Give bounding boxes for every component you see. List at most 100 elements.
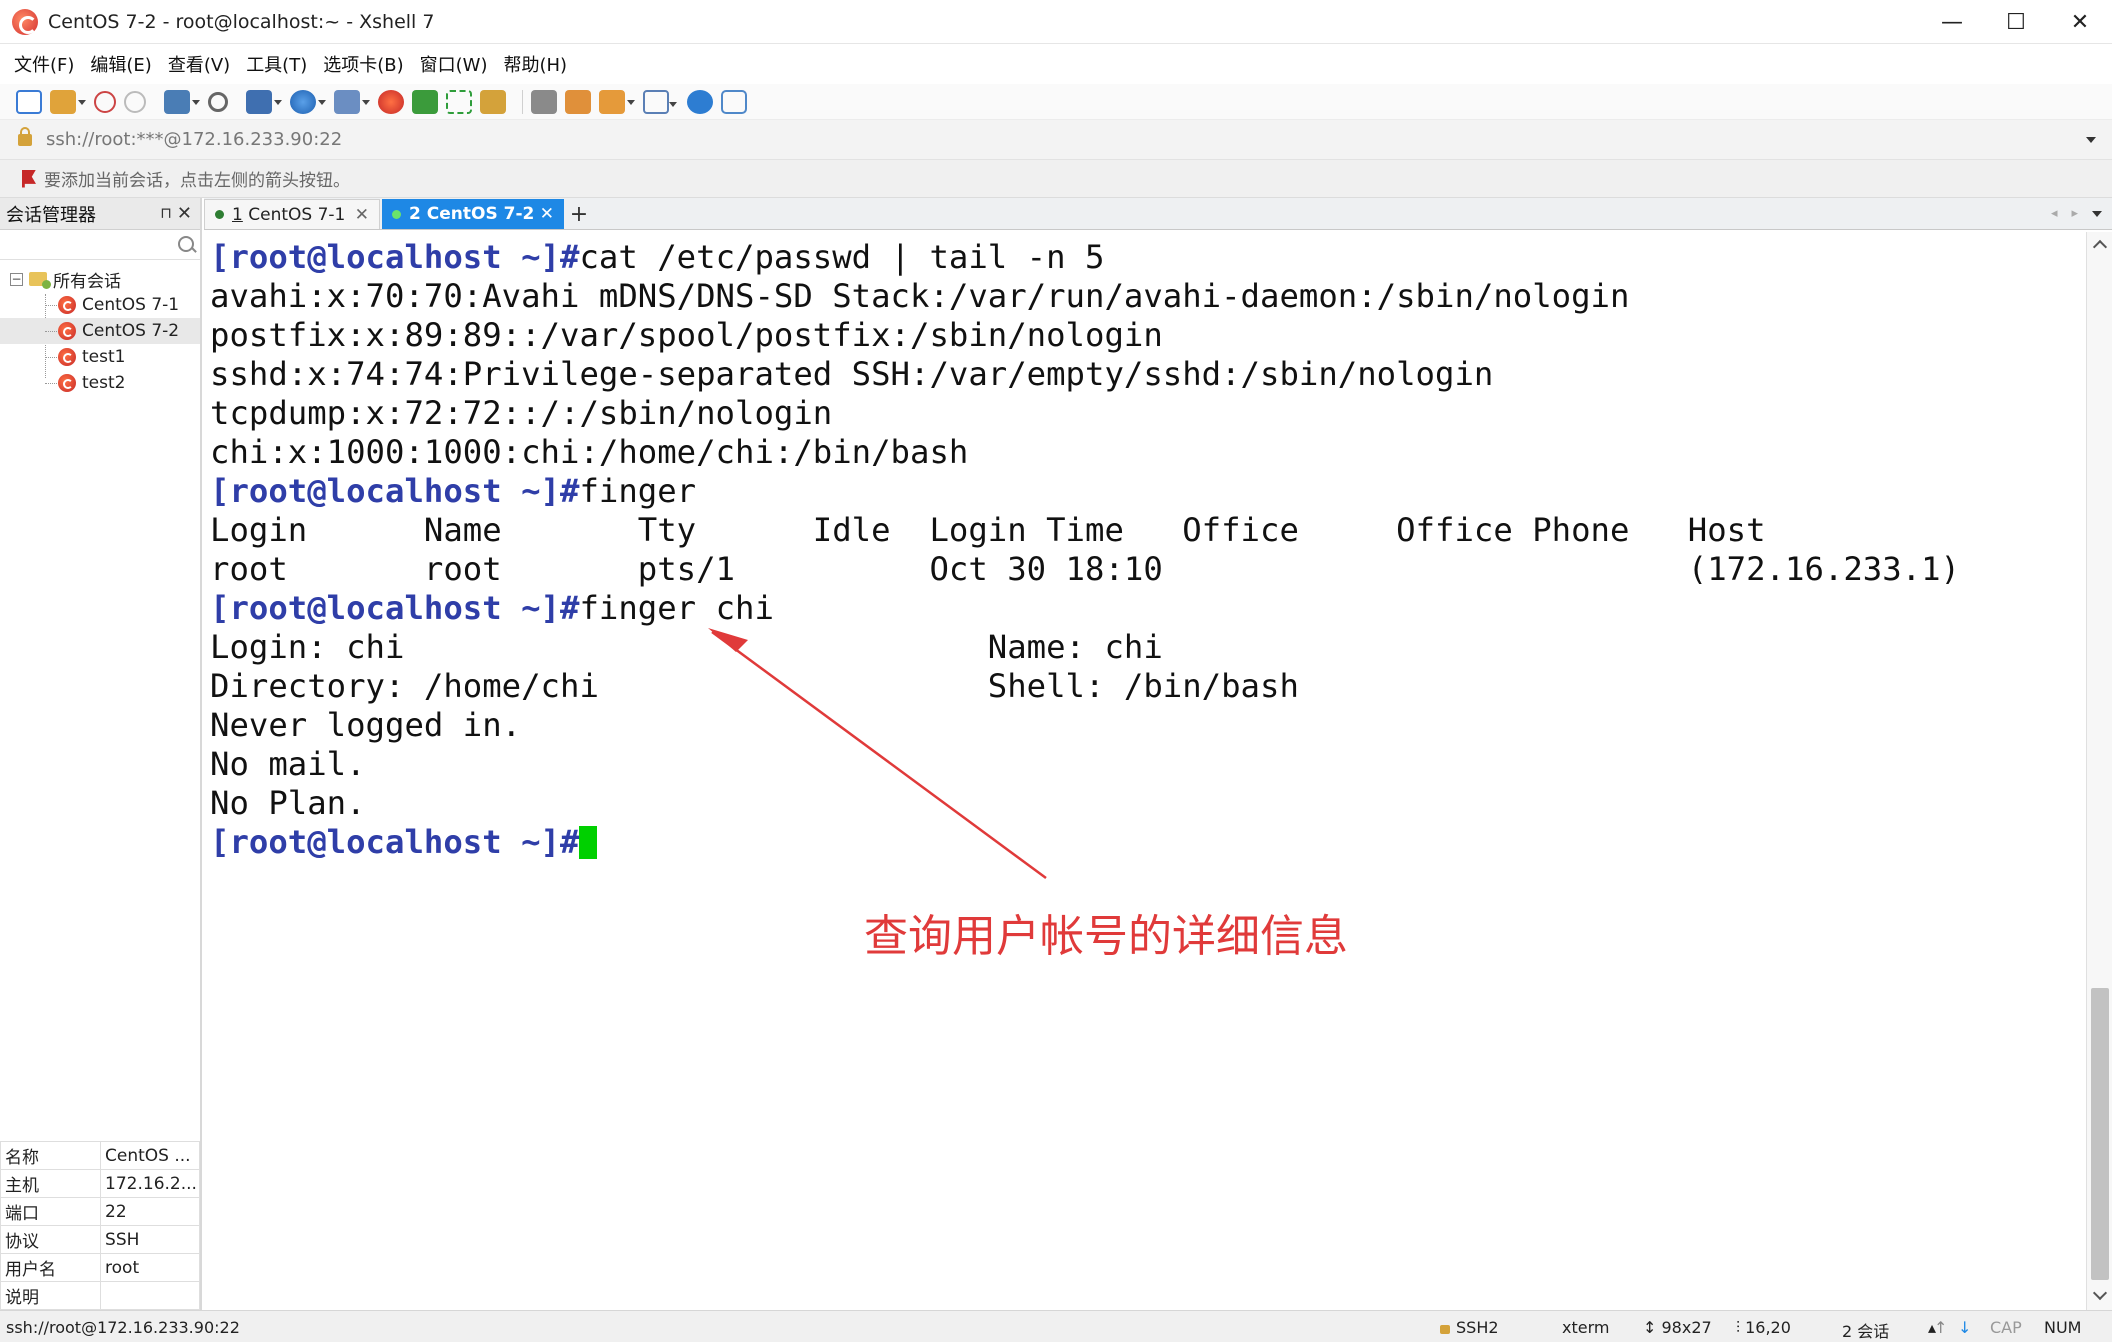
tree-item-label: CentOS 7-2 <box>82 321 180 341</box>
session-manager-title: 会话管理器 <box>6 204 96 226</box>
session-tree: − 所有会话 CentOS 7-1 CentOS 7-2 test1 test2 <box>0 260 200 396</box>
session-properties: 名称 CentOS ... 主机 172.16.2... 端口 22 协议 SSH 用户… <box>0 1141 200 1310</box>
tree-item-test1[interactable]: test1 <box>0 344 200 370</box>
status-sessions[interactable]: 2 会话 <box>1842 1318 1889 1342</box>
add-tab-button[interactable]: + <box>566 199 592 229</box>
menu-window[interactable]: 窗口(W) <box>420 51 488 77</box>
property-key: 端口 <box>0 1197 102 1226</box>
help-icon[interactable] <box>687 89 713 114</box>
output-text: Directory: /home/chi Shell: /bin/bash <box>210 667 1299 705</box>
output-text: Login Name Tty Idle Login Time Office Of… <box>210 511 1766 549</box>
connected-status-icon <box>215 210 224 219</box>
terminal-output: [root@localhost ~]#cat /etc/passwd | tai… <box>210 238 1960 862</box>
lock-icon[interactable] <box>480 89 506 114</box>
find-icon[interactable] <box>208 91 228 112</box>
status-protocol: SSH2 <box>1456 1318 1499 1337</box>
connected-status-icon <box>392 209 401 219</box>
property-row: 协议 SSH <box>0 1225 200 1254</box>
session-icon <box>58 322 76 340</box>
tab-number: 2 <box>409 204 421 224</box>
fullscreen-icon[interactable] <box>446 89 472 114</box>
minimize-button[interactable]: — <box>1920 0 1984 44</box>
scroll-down-icon[interactable] <box>2092 1285 2108 1301</box>
disconnect-icon[interactable] <box>124 90 146 113</box>
keyboard-icon[interactable] <box>531 89 557 114</box>
terminal-line: Directory: /home/chi Shell: /bin/bash <box>210 667 1960 706</box>
cursor-position-icon: ⫶ <box>1736 1318 1741 1337</box>
compose-icon[interactable] <box>565 89 591 114</box>
xshell-icon[interactable] <box>378 89 404 114</box>
font-icon[interactable] <box>334 89 370 114</box>
maximize-button[interactable]: ☐ <box>1984 0 2048 44</box>
tab-list-dropdown-icon[interactable] <box>2092 210 2102 217</box>
reconnect-icon[interactable] <box>94 90 116 113</box>
session-search-input[interactable] <box>4 232 174 258</box>
annotation-label: 查询用户帐号的详细信息 <box>864 911 1348 962</box>
size-icon: ↕ <box>1643 1318 1657 1337</box>
close-tab-icon[interactable]: ✕ <box>355 205 369 225</box>
scrollbar-thumb[interactable] <box>2091 988 2109 1280</box>
terminal-line: tcpdump:x:72:72::/:/sbin/nologin <box>210 394 1960 433</box>
address-text[interactable]: ssh://root:***@172.16.233.90:22 <box>46 129 342 150</box>
status-bar: ssh://root@172.16.233.90:22 SSH2 xterm ↕… <box>0 1310 2112 1342</box>
next-tab-icon[interactable]: ▸ <box>2071 206 2078 221</box>
tree-item-test2[interactable]: test2 <box>0 370 200 396</box>
close-window-button[interactable]: ✕ <box>2048 0 2112 44</box>
scroll-up-icon[interactable] <box>2092 239 2108 255</box>
open-folder-icon[interactable] <box>50 89 86 114</box>
address-bar[interactable]: ssh://root:***@172.16.233.90:22 <box>0 120 2112 160</box>
tree-item-centos-7-1[interactable]: CentOS 7-1 <box>0 292 200 318</box>
tree-item-label: CentOS 7-1 <box>82 295 180 315</box>
output-text: Never logged in. <box>210 706 522 744</box>
status-terminal-type: xterm <box>1562 1318 1610 1337</box>
pin-icon[interactable]: ⊓ <box>160 204 172 222</box>
tab-centos-7-1[interactable]: 1 CentOS 7-1 ✕ <box>204 199 380 229</box>
menu-bar: 文件(F) 编辑(E) 查看(V) 工具(T) 选项卡(B) 窗口(W) 帮助(… <box>0 44 2112 84</box>
title-bar: CentOS 7-2 - root@localhost:~ - Xshell 7… <box>0 0 2112 44</box>
property-row: 说明 <box>0 1281 200 1310</box>
command-text: finger chi <box>579 589 774 627</box>
properties-table: 名称 CentOS ... 主机 172.16.2... 端口 22 协议 SSH 用户… <box>0 1141 200 1310</box>
hint-text: 要添加当前会话，点击左侧的箭头按钮。 <box>44 171 350 191</box>
tree-item-centos-7-2[interactable]: CentOS 7-2 <box>0 318 200 344</box>
upload-arrow-icon: ↑ <box>1934 1318 1948 1337</box>
tree-root-all-sessions[interactable]: − 所有会话 <box>0 266 200 292</box>
terminal-line: [root@localhost ~]#finger <box>210 472 1960 511</box>
output-text: No mail. <box>210 745 366 783</box>
close-panel-icon[interactable]: ✕ <box>177 203 192 224</box>
search-icon[interactable] <box>178 236 194 252</box>
collapse-icon[interactable]: − <box>10 272 23 286</box>
close-tab-icon[interactable]: ✕ <box>540 204 554 224</box>
globe-icon[interactable] <box>290 89 326 114</box>
transfer-icon[interactable] <box>246 89 282 114</box>
window-title: CentOS 7-2 - root@localhost:~ - Xshell 7 <box>48 10 435 33</box>
bookmark-arrow-icon[interactable] <box>22 169 36 188</box>
status-size-group: ↕ 98x27 <box>1643 1318 1712 1337</box>
download-arrow-icon: ↓ <box>1958 1318 1972 1337</box>
status-cursor-pos: 16,20 <box>1745 1318 1791 1337</box>
chat-icon[interactable] <box>721 89 747 114</box>
status-cap: CAP <box>1990 1318 2022 1337</box>
output-text: avahi:x:70:70:Avahi mDNS/DNS-SD Stack:/v… <box>210 277 1630 315</box>
menu-tab[interactable]: 选项卡(B) <box>323 51 403 77</box>
menu-edit[interactable]: 编辑(E) <box>90 51 151 77</box>
add-button-icon[interactable] <box>599 89 635 114</box>
terminal-scrollbar[interactable] <box>2086 232 2112 1310</box>
terminal-line: postfix:x:89:89::/var/spool/postfix:/sbi… <box>210 316 1960 355</box>
lock-icon <box>18 126 32 146</box>
layout-icon[interactable] <box>643 89 677 114</box>
new-session-icon[interactable] <box>16 89 42 114</box>
menu-help[interactable]: 帮助(H) <box>503 51 567 77</box>
address-dropdown-icon[interactable] <box>2086 137 2096 143</box>
terminal-view[interactable]: [root@localhost ~]#cat /etc/passwd | tai… <box>206 232 2084 1310</box>
terminal-line: [root@localhost ~]#cat /etc/passwd | tai… <box>210 238 1960 277</box>
menu-tools[interactable]: 工具(T) <box>246 51 307 77</box>
tab-centos-7-2[interactable]: 2 CentOS 7-2 ✕ <box>382 199 564 229</box>
prev-tab-icon[interactable]: ◂ <box>2051 206 2058 221</box>
session-settings-icon[interactable] <box>164 89 200 114</box>
xftp-icon[interactable] <box>412 89 438 114</box>
property-value: SSH <box>100 1225 200 1254</box>
property-key: 名称 <box>0 1141 102 1170</box>
menu-view[interactable]: 查看(V) <box>168 51 230 77</box>
menu-file[interactable]: 文件(F) <box>14 51 74 77</box>
